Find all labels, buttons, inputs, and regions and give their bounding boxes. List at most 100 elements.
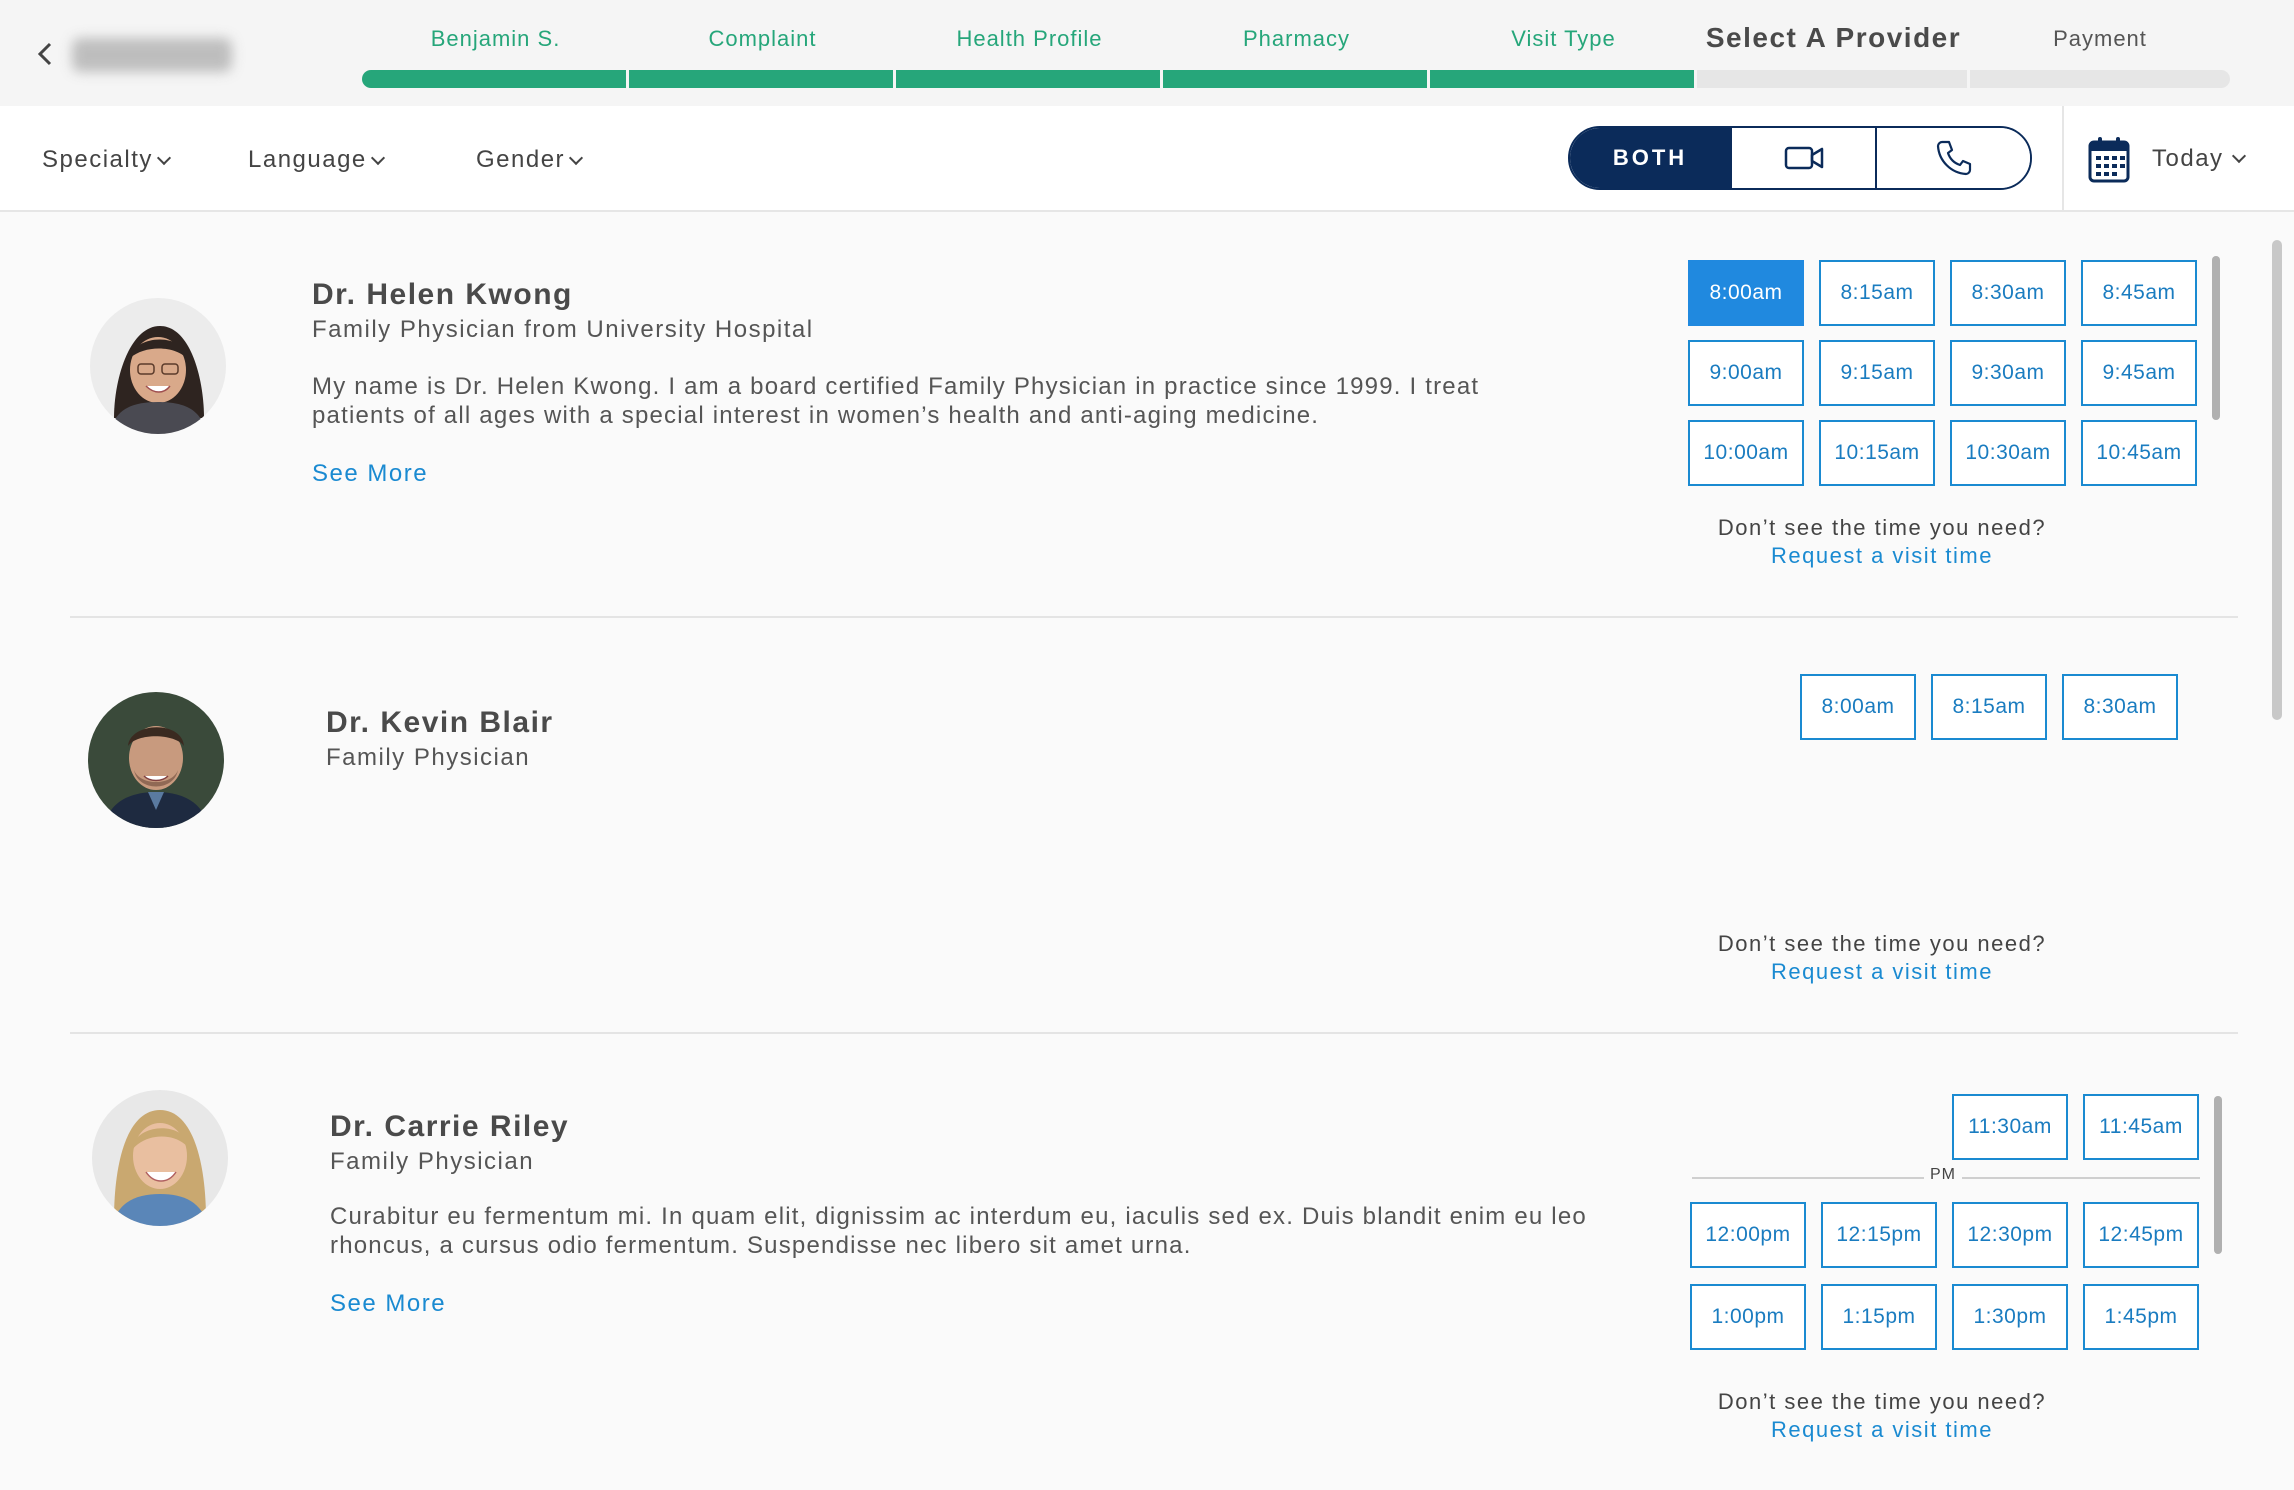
- time-slot[interactable]: 9:00am: [1688, 340, 1804, 406]
- slots-scrollbar-thumb[interactable]: [2214, 1096, 2222, 1254]
- request-question: Don’t see the time you need?: [1717, 515, 2047, 540]
- step-label-current: Select A Provider: [1705, 22, 1962, 53]
- time-slot[interactable]: 10:00am: [1688, 420, 1804, 486]
- page-scrollbar[interactable]: [2272, 240, 2282, 720]
- chevron-down-icon: [370, 150, 385, 166]
- provider-name: Dr. Helen Kwong: [312, 278, 573, 311]
- time-slot[interactable]: 10:30am: [1950, 420, 2066, 486]
- progress-stepper: Benjamin S. Complaint Health Profile Pha…: [362, 0, 2236, 90]
- video-camera-icon: [1784, 146, 1823, 170]
- time-slot[interactable]: 10:45am: [2081, 420, 2197, 486]
- phone-icon: [1936, 140, 1971, 176]
- both-button[interactable]: BOTH: [1570, 128, 1730, 188]
- step-bar-complete: [629, 70, 893, 88]
- specialty-filter[interactable]: Specialty: [42, 146, 171, 174]
- step-select-provider: Select A Provider: [1697, 0, 1970, 90]
- step-label: Health Profile: [956, 26, 1103, 51]
- gender-filter[interactable]: Gender: [476, 146, 584, 174]
- chevron-down-icon: [568, 150, 584, 166]
- time-slot[interactable]: 9:15am: [1819, 340, 1935, 406]
- time-slot[interactable]: 12:30pm: [1952, 1202, 2068, 1268]
- chevron-down-icon: [2231, 148, 2246, 164]
- time-slot[interactable]: 12:45pm: [2083, 1202, 2199, 1268]
- back-arrow-icon[interactable]: [32, 36, 60, 72]
- request-visit-link[interactable]: Request a visit time: [1672, 1416, 2092, 1444]
- time-slot[interactable]: 12:15pm: [1821, 1202, 1937, 1268]
- date-selector[interactable]: Today: [2088, 134, 2246, 184]
- step-benjamin[interactable]: Benjamin S.: [362, 0, 629, 90]
- step-bar-complete: [1163, 70, 1427, 88]
- request-question: Don’t see the time you need?: [1717, 1389, 2047, 1414]
- provider-bio: My name is Dr. Helen Kwong. I am a board…: [312, 373, 1480, 429]
- calendar-icon: [2088, 137, 2130, 183]
- provider-title: Family Physician: [326, 744, 531, 771]
- avatar: [90, 298, 226, 434]
- time-slot[interactable]: 11:30am: [1952, 1094, 2068, 1160]
- step-complaint[interactable]: Complaint: [629, 0, 896, 90]
- step-bar-complete: [362, 70, 626, 88]
- brand-area: [0, 0, 318, 110]
- request-visit-link[interactable]: Request a visit time: [1672, 542, 2092, 570]
- filter-bar: Specialty Language Gender BOTH Today: [0, 106, 2294, 212]
- phone-button[interactable]: [1875, 128, 2030, 188]
- avatar: [88, 692, 224, 828]
- time-slot[interactable]: 8:15am: [1931, 674, 2047, 740]
- request-visit-block: Don’t see the time you need? Request a v…: [1672, 930, 2092, 986]
- header-bar: Benjamin S. Complaint Health Profile Pha…: [0, 0, 2294, 110]
- slots-scrollbar-thumb[interactable]: [2212, 256, 2220, 420]
- see-more-link[interactable]: See More: [312, 460, 428, 488]
- avatar: [92, 1090, 228, 1226]
- time-slot[interactable]: 9:30am: [1950, 340, 2066, 406]
- pm-label: PM: [1924, 1166, 1962, 1184]
- provider-card: Dr. Helen Kwong Family Physician from Un…: [70, 212, 2238, 618]
- see-more-link[interactable]: See More: [330, 1290, 446, 1318]
- step-bar-pending: [1697, 70, 1967, 88]
- time-slot[interactable]: 10:15am: [1819, 420, 1935, 486]
- provider-title: Family Physician: [330, 1148, 535, 1175]
- time-slot[interactable]: 8:30am: [2062, 674, 2178, 740]
- provider-name: Dr. Carrie Riley: [330, 1110, 570, 1143]
- request-visit-block: Don’t see the time you need? Request a v…: [1672, 1388, 2092, 1444]
- time-slot[interactable]: 12:00pm: [1690, 1202, 1806, 1268]
- time-slot[interactable]: 1:45pm: [2083, 1284, 2199, 1350]
- request-visit-link[interactable]: Request a visit time: [1672, 958, 2092, 986]
- step-visit-type[interactable]: Visit Type: [1430, 0, 1697, 90]
- step-payment: Payment: [1970, 0, 2230, 90]
- step-bar-complete: [1430, 70, 1694, 88]
- time-slot[interactable]: 8:00am: [1688, 260, 1804, 326]
- video-button[interactable]: [1730, 128, 1875, 188]
- provider-card: Dr. Kevin Blair Family Physician 8:00am …: [70, 618, 2238, 1034]
- visit-type-toggle: BOTH: [1568, 126, 2032, 190]
- step-label: Payment: [2053, 26, 2147, 51]
- specialty-filter-label: Specialty: [42, 146, 153, 173]
- provider-title: Family Physician from University Hospita…: [312, 316, 814, 343]
- step-health-profile[interactable]: Health Profile: [896, 0, 1163, 90]
- time-slot[interactable]: 8:45am: [2081, 260, 2197, 326]
- time-slot[interactable]: 8:00am: [1800, 674, 1916, 740]
- language-filter-label: Language: [248, 146, 367, 173]
- brand-logo: [72, 38, 232, 72]
- provider-card: Dr. Carrie Riley Family Physician Curabi…: [70, 1034, 2238, 1490]
- provider-bio: Curabitur eu fermentum mi. In quam elit,…: [330, 1203, 1587, 1259]
- time-slot[interactable]: 9:45am: [2081, 340, 2197, 406]
- time-slot[interactable]: 1:30pm: [1952, 1284, 2068, 1350]
- time-slot[interactable]: 8:30am: [1950, 260, 2066, 326]
- step-label: Pharmacy: [1242, 26, 1351, 51]
- gender-filter-label: Gender: [476, 146, 566, 173]
- step-bar-pending: [1970, 70, 2230, 88]
- chevron-down-icon: [156, 150, 171, 166]
- step-label: Visit Type: [1511, 26, 1616, 51]
- step-label: Complaint: [708, 26, 817, 51]
- step-label: Benjamin S.: [430, 26, 561, 51]
- time-slot[interactable]: 1:15pm: [1821, 1284, 1937, 1350]
- time-slot[interactable]: 1:00pm: [1690, 1284, 1806, 1350]
- time-slot[interactable]: 11:45am: [2083, 1094, 2199, 1160]
- time-slot[interactable]: 8:15am: [1819, 260, 1935, 326]
- step-pharmacy[interactable]: Pharmacy: [1163, 0, 1430, 90]
- provider-name: Dr. Kevin Blair: [326, 706, 554, 739]
- request-question: Don’t see the time you need?: [1717, 931, 2047, 956]
- divider: [2062, 106, 2064, 212]
- date-selector-label: Today: [2152, 145, 2224, 172]
- step-bar-complete: [896, 70, 1160, 88]
- language-filter[interactable]: Language: [248, 146, 385, 174]
